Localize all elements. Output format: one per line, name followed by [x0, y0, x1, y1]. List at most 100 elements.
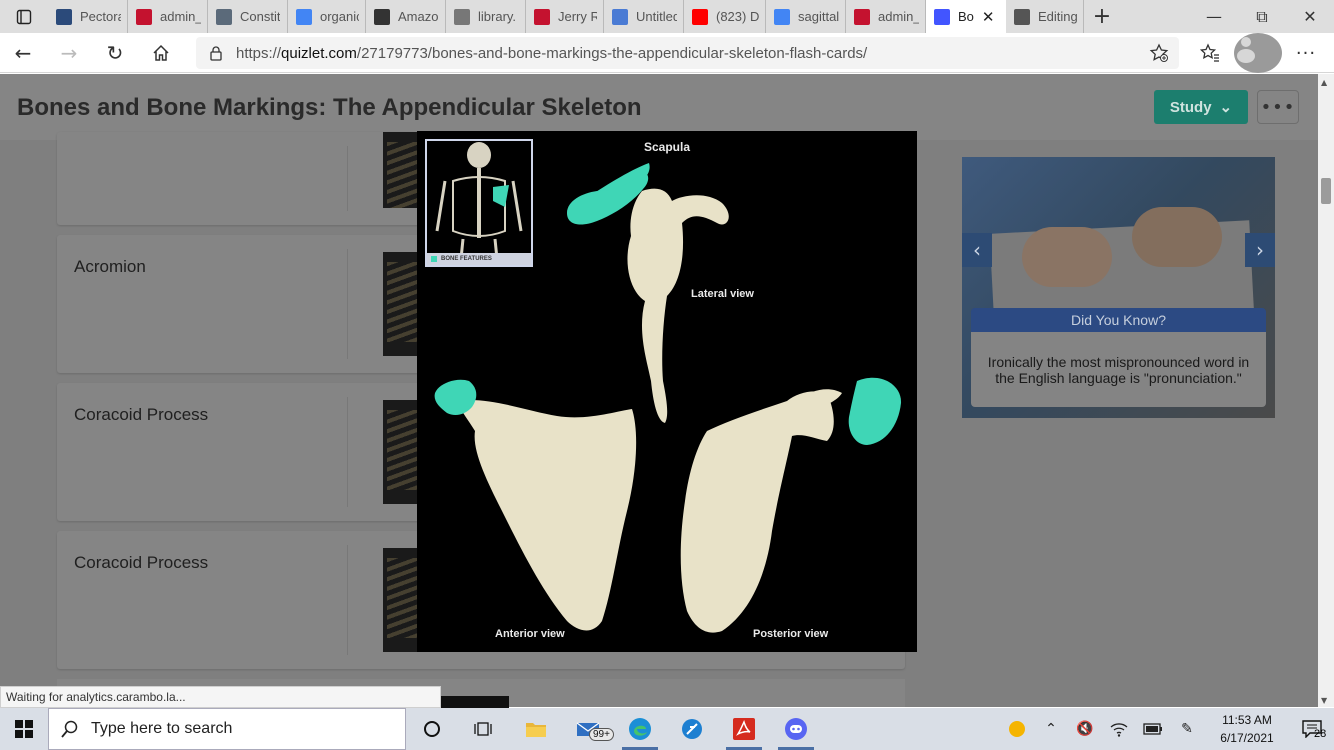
browser-tab[interactable]: admin_ — [846, 0, 926, 33]
chevron-left-icon: ‹ — [973, 238, 981, 262]
acrobat-button[interactable] — [718, 708, 770, 750]
edge-icon — [629, 718, 651, 740]
tab-actions-icon — [16, 9, 32, 24]
address-bar[interactable]: https://quizlet.com/27179773/bones-and-b… — [196, 37, 1179, 69]
windows-taskbar: Type here to search 99+ ⌃ 🔇 ✎ 11:53 AM 6… — [0, 708, 1334, 750]
network-button[interactable] — [1102, 708, 1136, 750]
plus-icon: + — [1092, 4, 1112, 29]
acrobat-icon — [733, 718, 755, 740]
ad-prev-button[interactable]: ‹ — [962, 233, 992, 267]
browser-tab[interactable]: library. — [446, 0, 526, 33]
start-button[interactable] — [0, 708, 48, 750]
tab-label: Untitled — [636, 9, 677, 24]
battery-button[interactable] — [1136, 708, 1170, 750]
clock[interactable]: 11:53 AM 6/17/2021 — [1204, 711, 1290, 747]
minimize-button[interactable]: — — [1190, 0, 1238, 33]
study-button[interactable]: Study ⌄ — [1154, 90, 1248, 124]
refresh-button[interactable]: ↻ — [92, 33, 138, 73]
volume-button[interactable]: 🔇 — [1068, 708, 1102, 750]
search-icon — [61, 720, 78, 738]
chevron-up-icon: ⌃ — [1045, 721, 1057, 737]
taskbar-search-input[interactable]: Type here to search — [48, 708, 406, 750]
pen-icon: ✎ — [1181, 721, 1193, 737]
tab-label: Editing — [1038, 9, 1077, 24]
pdf-icon — [136, 8, 152, 25]
back-button[interactable]: ← — [0, 33, 46, 73]
cortana-button[interactable] — [406, 708, 458, 750]
card-divider — [347, 397, 348, 507]
notification-count: 28 — [1314, 728, 1327, 740]
discord-icon — [785, 718, 807, 740]
forward-button[interactable]: → — [46, 33, 92, 73]
page-title: Bones and Bone Markings: The Appendicula… — [17, 94, 642, 121]
browser-status-bar: Waiting for analytics.carambo.la... — [0, 686, 441, 708]
task-view-icon — [474, 722, 492, 736]
favorites-button[interactable] — [1186, 33, 1234, 73]
mail-button[interactable]: 99+ — [562, 708, 614, 750]
browser-tab[interactable]: Constit — [208, 0, 288, 33]
profile-button[interactable] — [1234, 33, 1282, 73]
ad-next-button[interactable]: › — [1245, 233, 1275, 267]
browser-tab[interactable]: Bo ✕ — [926, 0, 1006, 33]
add-favorite-icon[interactable] — [1149, 43, 1169, 67]
anterior-view-label: Anterior view — [495, 628, 565, 640]
app-button[interactable] — [666, 708, 718, 750]
editing-icon — [1014, 8, 1030, 25]
browser-toolbar: ← → ↻ https://quizlet.com/27179773/bones… — [0, 33, 1334, 73]
browser-tab-strip: Pectoral admin_ Constit organic Amazon librar… — [0, 0, 1334, 33]
browser-tab[interactable]: Pectoral — [48, 0, 128, 33]
browser-tab[interactable]: sagittal — [766, 0, 846, 33]
ellipsis-icon: ··· — [1295, 42, 1317, 64]
arrow-left-icon: ← — [14, 40, 32, 65]
page-scrollbar[interactable]: ▲ ▼ — [1318, 74, 1334, 707]
lateral-view-label: Lateral view — [691, 288, 754, 300]
tab-label: (823) Di — [716, 9, 759, 24]
notification-center-button[interactable]: 28 — [1290, 708, 1334, 750]
chevron-right-icon: › — [1256, 238, 1264, 262]
scroll-down-icon[interactable]: ▼ — [1321, 696, 1327, 705]
browser-tab[interactable]: organic — [288, 0, 366, 33]
browser-tab[interactable]: Untitled — [604, 0, 684, 33]
card-term: Coracoid Process — [74, 553, 209, 572]
lock-icon[interactable] — [196, 45, 236, 61]
url-text: https://quizlet.com/27179773/bones-and-b… — [236, 44, 868, 62]
browser-tab[interactable]: Amazon — [366, 0, 446, 33]
folder-icon — [526, 723, 546, 737]
scrollbar-thumb[interactable] — [1321, 178, 1331, 204]
show-hidden-icons-button[interactable]: ⌃ — [1034, 708, 1068, 750]
file-explorer-button[interactable] — [510, 708, 562, 750]
card-divider — [347, 146, 348, 211]
tab-label: Pectoral — [80, 9, 121, 24]
card-term: Acromion — [74, 257, 146, 276]
close-tab-icon[interactable]: ✕ — [982, 8, 995, 26]
pen-button[interactable]: ✎ — [1170, 708, 1204, 750]
browser-tab[interactable]: Editing — [1006, 0, 1084, 33]
tab-label: Amazon — [398, 9, 439, 24]
edge-button[interactable] — [614, 708, 666, 750]
window-controls: — ⧉ ✕ — [1190, 0, 1334, 33]
tab-actions-button[interactable] — [0, 0, 48, 33]
task-view-button[interactable] — [458, 708, 510, 750]
clock-date: 6/17/2021 — [1220, 731, 1274, 745]
home-button[interactable] — [138, 33, 184, 73]
image-lightbox[interactable]: BONE FEATURES Scapula Lateral view Anter… — [417, 131, 917, 652]
browser-tab[interactable]: (823) Di — [684, 0, 766, 33]
scroll-up-icon[interactable]: ▲ — [1321, 78, 1327, 87]
document-icon — [454, 8, 470, 25]
card-term: Coracoid Process — [74, 405, 209, 424]
new-tab-button[interactable]: + — [1084, 0, 1120, 33]
browser-tab[interactable]: Jerry R — [526, 0, 604, 33]
more-icon: ••• — [1260, 96, 1296, 118]
tab-label: library. — [478, 9, 517, 24]
close-window-button[interactable]: ✕ — [1286, 0, 1334, 33]
discord-button[interactable] — [770, 708, 822, 750]
settings-menu-button[interactable]: ··· — [1282, 33, 1330, 73]
more-options-button[interactable]: ••• — [1257, 90, 1299, 124]
sun-icon — [1009, 721, 1025, 737]
pdf-icon — [854, 8, 870, 25]
restore-button[interactable]: ⧉ — [1238, 0, 1286, 33]
browser-tab[interactable]: admin_ — [128, 0, 208, 33]
favorites-icon — [1200, 43, 1219, 62]
ad-panel[interactable]: ‹ › Did You Know? Ironically the most mi… — [962, 157, 1275, 418]
weather-button[interactable] — [1000, 708, 1034, 750]
